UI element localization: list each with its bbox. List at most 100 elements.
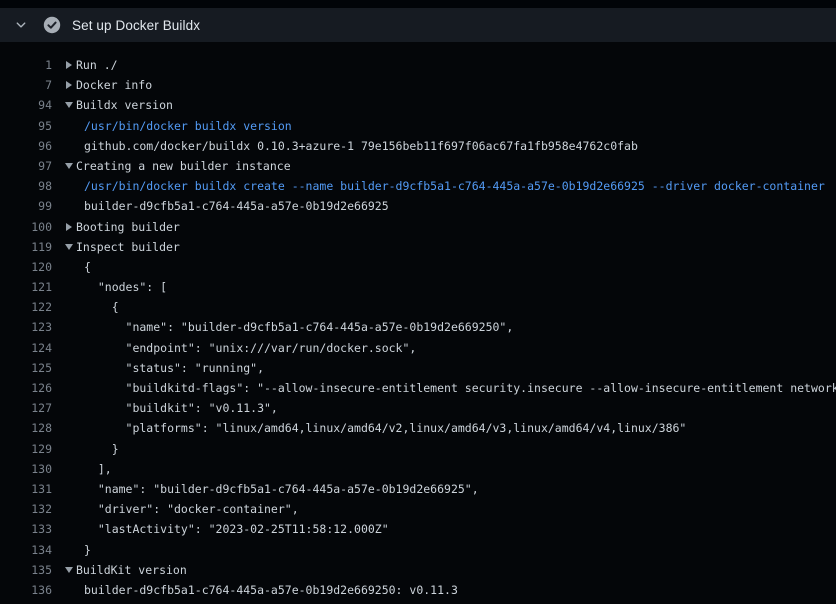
triangle-glyph [65,567,73,573]
triangle-glyph [66,81,72,89]
line-number[interactable]: 98 [0,176,52,196]
line-number[interactable]: 94 [0,95,52,115]
log-group-row[interactable]: 7 Docker info [0,75,836,95]
line-number[interactable]: 135 [0,560,52,580]
output-text: "buildkit": "v0.11.3", [84,398,278,418]
line-number[interactable]: 7 [0,75,52,95]
line-number[interactable]: 1 [0,55,52,75]
log-row: 122 { [0,297,836,317]
line-number[interactable]: 132 [0,499,52,519]
log-group-row[interactable]: 97 Creating a new builder instance [0,156,836,176]
log-group-row[interactable]: 119 Inspect builder [0,237,836,257]
log-row: 95/usr/bin/docker buildx version [0,116,836,136]
line-number[interactable]: 131 [0,479,52,499]
triangle-glyph [65,244,73,250]
triangle-right-icon[interactable] [62,81,76,89]
output-text: "buildkitd-flags": "--allow-insecure-ent… [84,378,836,398]
log-row: 96 github.com/docker/buildx 0.10.3+azure-… [0,136,836,156]
output-text: } [84,439,119,459]
log-row: 121 "nodes": [ [0,277,836,297]
line-number[interactable]: 99 [0,196,52,216]
log-group-row[interactable]: 1 Run ./ [0,55,836,75]
line-number[interactable]: 133 [0,519,52,539]
group-title: Inspect builder [76,237,180,257]
output-text: "name": "builder-d9cfb5a1-c764-445a-a57e… [84,479,479,499]
line-number[interactable]: 130 [0,459,52,479]
triangle-down-icon[interactable] [62,244,76,250]
chevron-down-icon[interactable] [14,18,28,32]
output-text: github.com/docker/buildx 0.10.3+azure-1 … [84,136,638,156]
output-text: ], [84,459,112,479]
log-row: 125 "status": "running", [0,358,836,378]
output-text: "lastActivity": "2023-02-25T11:58:12.000… [84,519,389,539]
triangle-right-icon[interactable] [62,61,76,69]
command-text: /usr/bin/docker buildx version [84,116,292,136]
output-text: builder-d9cfb5a1-c764-445a-a57e-0b19d2e6… [84,580,458,600]
line-number[interactable]: 119 [0,237,52,257]
log-row: 99 builder-d9cfb5a1-c764-445a-a57e-0b19d2… [0,196,836,216]
line-number[interactable]: 136 [0,580,52,600]
group-title: Booting builder [76,217,180,237]
line-number[interactable]: 124 [0,338,52,358]
triangle-right-icon[interactable] [62,223,76,231]
line-number[interactable]: 122 [0,297,52,317]
log-row: 126 "buildkitd-flags": "--allow-insecure… [0,378,836,398]
triangle-down-icon[interactable] [62,163,76,169]
output-text: builder-d9cfb5a1-c764-445a-a57e-0b19d2e6… [84,196,389,216]
check-circle-icon [43,16,61,34]
triangle-down-icon[interactable] [62,567,76,573]
step-header-set-up-docker-buildx[interactable]: Set up Docker Buildx [0,8,836,42]
triangle-glyph [65,163,73,169]
log-row: 133 "lastActivity": "2023-02-25T11:58:12… [0,519,836,539]
log-row: 132 "driver": "docker-container", [0,499,836,519]
step-title: Set up Docker Buildx [72,18,200,33]
triangle-glyph [66,61,72,69]
line-number[interactable]: 129 [0,439,52,459]
output-text: "platforms": "linux/amd64,linux/amd64/v2… [84,418,686,438]
log-group-row[interactable]: 135 BuildKit version [0,560,836,580]
group-title: Run ./ [76,55,118,75]
command-text: /usr/bin/docker buildx create --name bui… [84,176,825,196]
group-title: Creating a new builder instance [76,156,291,176]
log-row: 98/usr/bin/docker buildx create --name b… [0,176,836,196]
log-row: 129 } [0,439,836,459]
output-text: { [84,297,119,317]
group-title: BuildKit version [76,560,187,580]
log-row: 134} [0,540,836,560]
log-row: 120 { [0,257,836,277]
output-text: "endpoint": "unix:///var/run/docker.sock… [84,338,416,358]
line-number[interactable]: 128 [0,418,52,438]
line-number[interactable]: 123 [0,317,52,337]
log-group-row[interactable]: 94 Buildx version [0,95,836,115]
log-row: 131 "name": "builder-d9cfb5a1-c764-445a-… [0,479,836,499]
output-text: { [84,257,91,277]
log-row: 130 ], [0,459,836,479]
line-number[interactable]: 134 [0,540,52,560]
log-group-row[interactable]: 100 Booting builder [0,217,836,237]
line-number[interactable]: 100 [0,217,52,237]
line-number[interactable]: 95 [0,116,52,136]
output-text: } [84,540,91,560]
line-number[interactable]: 121 [0,277,52,297]
triangle-down-icon[interactable] [62,102,76,108]
log-row: 127 "buildkit": "v0.11.3", [0,398,836,418]
log-row: 128 "platforms": "linux/amd64,linux/amd6… [0,418,836,438]
triangle-glyph [66,223,72,231]
line-number[interactable]: 125 [0,358,52,378]
log-row: 123 "name": "builder-d9cfb5a1-c764-445a-… [0,317,836,337]
output-text: "name": "builder-d9cfb5a1-c764-445a-a57e… [84,317,513,337]
log-row: 124 "endpoint": "unix:///var/run/docker.… [0,338,836,358]
output-text: "driver": "docker-container", [84,499,299,519]
group-title: Docker info [76,75,152,95]
output-text: "status": "running", [84,358,264,378]
line-number[interactable]: 97 [0,156,52,176]
triangle-glyph [65,102,73,108]
group-title: Buildx version [76,95,173,115]
output-text: "nodes": [ [84,277,167,297]
line-number[interactable]: 127 [0,398,52,418]
log-viewer: 1Run ./7Docker info94Buildx version95/us… [0,42,836,604]
log-row: 136 builder-d9cfb5a1-c764-445a-a57e-0b19d… [0,580,836,600]
line-number[interactable]: 120 [0,257,52,277]
line-number[interactable]: 96 [0,136,52,156]
line-number[interactable]: 126 [0,378,52,398]
